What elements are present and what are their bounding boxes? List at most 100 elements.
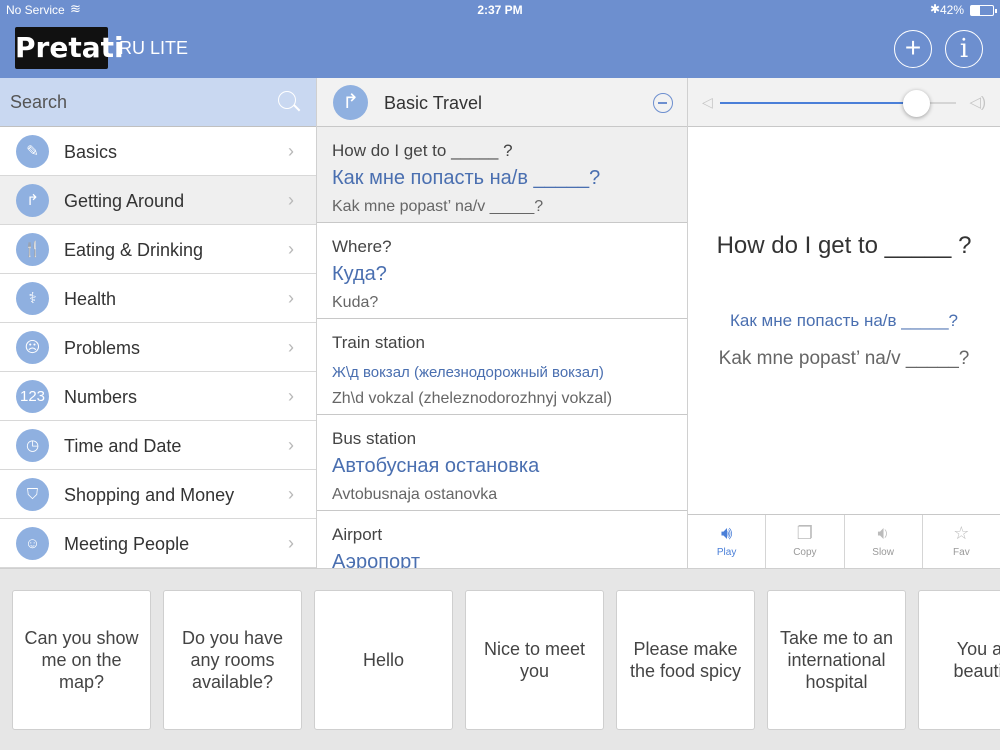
- phrase-transliteration: Kuda?: [332, 294, 379, 311]
- battery-icon: [970, 5, 997, 16]
- quick-phrase-card[interactable]: Take me to an international hospital: [767, 590, 906, 730]
- volume-slider-knob[interactable]: [902, 90, 930, 117]
- collapse-minus-icon[interactable]: [653, 93, 673, 113]
- phrase-russian: Автобусная остановка: [332, 455, 540, 477]
- category-item[interactable]: ⚕ Health ›: [0, 274, 316, 323]
- phrase-russian: Аэропорт: [332, 551, 421, 568]
- phrase-list-pane: ↱ Basic Travel How do I get to _____ ? Ка…: [317, 78, 688, 568]
- quick-phrase-card[interactable]: Can you show me on the map?: [12, 590, 151, 730]
- play-button[interactable]: 🔊︎ Play: [688, 515, 767, 568]
- detail-transliteration: Kak mne popast’ na/v _____?: [718, 348, 970, 369]
- turn-right-arrow-icon: ↱: [333, 85, 368, 120]
- quick-phrase-strip[interactable]: Can you show me on the map? Do you have a…: [0, 568, 1000, 750]
- battery-percent: 42%: [939, 3, 964, 17]
- chevron-right-icon: ›: [288, 386, 294, 406]
- app-logo: Pretati: [15, 27, 124, 69]
- category-item[interactable]: ✎ Basics ›: [0, 127, 316, 176]
- info-button[interactable]: i: [945, 30, 983, 68]
- chevron-right-icon: ›: [288, 190, 294, 210]
- star-icon: ☆: [953, 523, 970, 543]
- phrase-item[interactable]: Where? Куда? Kuda?: [317, 223, 687, 319]
- volume-high-icon: ◁): [969, 94, 986, 111]
- quick-phrase-card[interactable]: Hello: [314, 590, 453, 730]
- volume-low-icon: ◁: [702, 94, 713, 110]
- category-label: Eating & Drinking: [64, 240, 204, 260]
- phrase-english: Where?: [332, 237, 392, 256]
- search-icon[interactable]: [278, 91, 296, 109]
- category-item[interactable]: 123 Numbers ›: [0, 372, 316, 421]
- category-item[interactable]: ◷ Time and Date ›: [0, 421, 316, 470]
- category-icon: ⛉: [16, 478, 49, 511]
- fav-label: Fav: [953, 547, 970, 558]
- chevron-right-icon: ›: [288, 288, 294, 308]
- phrase-list-title: Basic Travel: [384, 93, 483, 113]
- phrase-transliteration: Avtobusnaja ostanovka: [332, 486, 498, 503]
- phrase-english: How do I get to _____ ?: [332, 141, 513, 160]
- chevron-right-icon: ›: [288, 337, 294, 357]
- category-icon: 🍴: [16, 233, 49, 266]
- clock: 2:37 PM: [477, 3, 523, 17]
- bluetooth-icon: ✱: [929, 2, 940, 16]
- chevron-right-icon: ›: [288, 239, 294, 259]
- phrase-english: Train station: [332, 333, 425, 352]
- copy-label: Copy: [793, 547, 817, 558]
- slow-label: Slow: [872, 547, 894, 558]
- category-label: Getting Around: [64, 191, 185, 211]
- quick-phrase-card[interactable]: Do you have any rooms available?: [163, 590, 302, 730]
- category-label: Health: [64, 289, 117, 309]
- category-icon: 123: [16, 380, 49, 413]
- plus-icon: +: [904, 32, 922, 63]
- phrase-item[interactable]: Bus station Автобусная остановка Avtobusna…: [317, 415, 687, 511]
- category-icon: ◷: [16, 429, 49, 462]
- category-icon: ☺: [16, 527, 49, 560]
- detail-russian: Как мне попасть на/в _____?: [729, 311, 958, 330]
- phrase-item[interactable]: Airport Аэропорт: [317, 511, 687, 568]
- quick-phrase-card[interactable]: Please make the food spicy: [616, 590, 755, 730]
- detail-actions: 🔊︎ Play ❐ Copy 🔉︎ Slow ☆ Fav: [688, 514, 1000, 568]
- search-bar: [0, 78, 316, 127]
- category-item[interactable]: ☺ Meeting People ›: [0, 519, 316, 568]
- phrase-item[interactable]: How do I get to _____ ? Как мне попасть н…: [317, 127, 687, 223]
- app-header: No Service ≋ 2:37 PM ✱ 42% Pretati RU LI…: [0, 0, 1000, 78]
- quick-phrase-card[interactable]: You are beautiful: [918, 590, 1000, 730]
- category-label: Numbers: [64, 387, 138, 407]
- phrase-russian: Как мне попасть на/в _____?: [332, 167, 601, 189]
- volume-bar: ◁ ◁): [688, 78, 1000, 127]
- fav-button[interactable]: ☆ Fav: [923, 515, 1000, 568]
- phrase-english: Airport: [332, 525, 383, 544]
- phrase-item[interactable]: Train station Ж\д вокзал (железнодорожный…: [317, 319, 687, 415]
- category-label: Shopping and Money: [64, 485, 235, 505]
- chevron-right-icon: ›: [288, 533, 294, 553]
- category-icon: ⚕: [16, 282, 49, 315]
- copy-button[interactable]: ❐ Copy: [766, 515, 845, 568]
- play-label: Play: [716, 547, 737, 558]
- category-icon: ✎: [16, 135, 49, 168]
- category-label: Meeting People: [64, 534, 190, 554]
- category-sidebar: ✎ Basics › ↱ Getting Around › 🍴 Eating & Drinki…: [0, 78, 317, 568]
- phrase-list-header: ↱ Basic Travel: [317, 78, 687, 127]
- category-icon: ☹: [16, 331, 49, 364]
- category-item[interactable]: ⛉ Shopping and Money ›: [0, 470, 316, 519]
- chevron-right-icon: ›: [288, 484, 294, 504]
- chevron-right-icon: ›: [288, 435, 294, 455]
- phrase-russian: Куда?: [332, 263, 387, 285]
- category-item[interactable]: ↱ Getting Around ›: [0, 176, 316, 225]
- info-icon: i: [959, 34, 969, 64]
- category-item[interactable]: ☹ Problems ›: [0, 323, 316, 372]
- slow-button[interactable]: 🔉︎ Slow: [845, 515, 923, 568]
- phrase-russian: Ж\д вокзал (железнодорожный вокзал): [332, 364, 604, 381]
- speaker-icon: 🔊︎: [720, 523, 733, 543]
- category-label: Time and Date: [64, 436, 182, 456]
- status-bar: No Service ≋ 2:37 PM ✱ 42%: [0, 0, 1000, 20]
- add-button[interactable]: +: [894, 30, 932, 68]
- phrase-detail-pane: ◁ ◁) How do I get to _____ ? Как мне поп…: [688, 78, 1000, 568]
- detail-english: How do I get to _____ ?: [716, 232, 972, 259]
- category-label: Problems: [64, 338, 141, 358]
- category-label: Basics: [64, 142, 118, 162]
- phrase-transliteration: Zh\d vokzal (zheleznodorozhnyj vokzal): [332, 390, 613, 407]
- search-input[interactable]: [0, 78, 316, 126]
- category-icon: ↱: [16, 184, 49, 217]
- category-item[interactable]: 🍴 Eating & Drinking ›: [0, 225, 316, 274]
- quick-phrase-card[interactable]: Nice to meet you: [465, 590, 604, 730]
- phrase-transliteration: Kak mne popast’ na/v _____?: [332, 198, 544, 215]
